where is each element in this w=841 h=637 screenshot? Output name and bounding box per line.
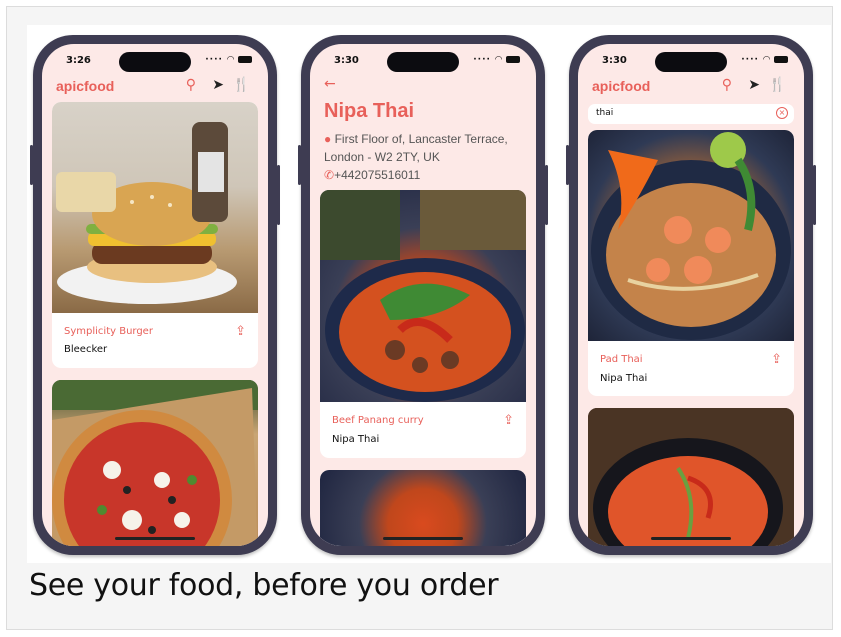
search-icon[interactable]: ⚲ xyxy=(186,77,196,93)
restaurant-phone[interactable]: ✆+442075516011 xyxy=(324,168,420,182)
food-image xyxy=(588,130,794,341)
phone-home: 3:26 ···· ◠ apicfood ⚲ ➤ 🍴 Symplicity Bu… xyxy=(30,35,280,555)
dynamic-island xyxy=(655,52,727,72)
restaurant-name: Bleecker xyxy=(64,344,108,355)
food-image xyxy=(52,102,258,313)
food-name: Symplicity Burger xyxy=(64,326,153,337)
food-name: Beef Panang curry xyxy=(332,415,424,426)
phone-screen: 3:30 ···· ◠ ← Nipa Thai ● First Floor of… xyxy=(310,44,536,546)
food-card[interactable] xyxy=(52,380,258,546)
app-logo: apicfood xyxy=(592,78,651,94)
restaurant-name: Nipa Thai xyxy=(332,434,380,445)
food-image xyxy=(52,380,258,546)
food-image xyxy=(320,470,526,546)
burger-illustration xyxy=(56,122,237,304)
curry-illustration xyxy=(320,190,526,402)
home-indicator xyxy=(115,537,195,540)
search-icon[interactable]: ⚲ xyxy=(722,77,732,93)
home-indicator xyxy=(651,537,731,540)
status-time: 3:26 xyxy=(66,55,91,66)
phone-icon: ✆ xyxy=(324,168,335,182)
phone-screen: 3:26 ···· ◠ apicfood ⚲ ➤ 🍴 Symplicity Bu… xyxy=(42,44,268,546)
dynamic-island xyxy=(387,52,459,72)
status-time: 3:30 xyxy=(602,55,627,66)
food-card[interactable] xyxy=(320,470,526,546)
search-input[interactable] xyxy=(594,107,768,119)
food-card[interactable]: Pad Thai Nipa Thai ⇪ xyxy=(588,130,794,396)
screenshot-frame: 3:26 ···· ◠ apicfood ⚲ ➤ 🍴 Symplicity Bu… xyxy=(6,6,833,630)
food-image xyxy=(588,408,794,546)
top-nav: apicfood ⚲ ➤ 🍴 xyxy=(52,76,258,98)
map-pin-icon: ● xyxy=(324,132,332,146)
app-logo: apicfood xyxy=(56,78,115,94)
home-indicator xyxy=(383,537,463,540)
back-arrow-icon[interactable]: ← xyxy=(324,76,336,92)
location-arrow-icon[interactable]: ➤ xyxy=(748,77,760,93)
fork-knife-icon[interactable]: 🍴 xyxy=(769,77,786,93)
search-bar: × xyxy=(588,104,794,124)
food-card[interactable]: Beef Panang curry Nipa Thai ⇪ xyxy=(320,190,526,458)
food-card[interactable]: Symplicity Burger Bleecker ⇪ xyxy=(52,102,258,368)
signal-wifi-battery-icons: ···· ◠ xyxy=(205,55,252,65)
caption: See your food, before you order xyxy=(29,568,499,603)
signal-wifi-battery-icons: ···· ◠ xyxy=(741,55,788,65)
address-text: First Floor of, Lancaster Terrace, Londo… xyxy=(324,132,508,164)
fork-knife-icon[interactable]: 🍴 xyxy=(233,77,250,93)
food-name: Pad Thai xyxy=(600,354,643,365)
restaurant-title: Nipa Thai xyxy=(324,100,415,122)
restaurant-address[interactable]: ● First Floor of, Lancaster Terrace, Lon… xyxy=(324,130,528,166)
food-card[interactable] xyxy=(588,408,794,546)
hero-image: 3:26 ···· ◠ apicfood ⚲ ➤ 🍴 Symplicity Bu… xyxy=(27,25,831,563)
signal-wifi-battery-icons: ···· ◠ xyxy=(473,55,520,65)
share-icon[interactable]: ⇪ xyxy=(503,413,514,428)
phone-search: 3:30 ···· ◠ apicfood ⚲ ➤ 🍴 × xyxy=(566,35,816,555)
share-icon[interactable]: ⇪ xyxy=(235,324,246,339)
clear-icon[interactable]: × xyxy=(776,107,788,119)
top-nav: apicfood ⚲ ➤ 🍴 xyxy=(588,76,794,98)
location-arrow-icon[interactable]: ➤ xyxy=(212,77,224,93)
share-icon[interactable]: ⇪ xyxy=(771,352,782,367)
food-image xyxy=(320,190,526,402)
phone-number: +442075516011 xyxy=(334,168,421,182)
tomyum-illustration xyxy=(588,408,794,546)
phone-restaurant: 3:30 ···· ◠ ← Nipa Thai ● First Floor of… xyxy=(298,35,548,555)
pizza-illustration xyxy=(52,380,258,546)
phone-screen: 3:30 ···· ◠ apicfood ⚲ ➤ 🍴 × xyxy=(578,44,804,546)
status-time: 3:30 xyxy=(334,55,359,66)
dynamic-island xyxy=(119,52,191,72)
restaurant-name: Nipa Thai xyxy=(600,373,648,384)
padthai-illustration xyxy=(591,132,791,340)
